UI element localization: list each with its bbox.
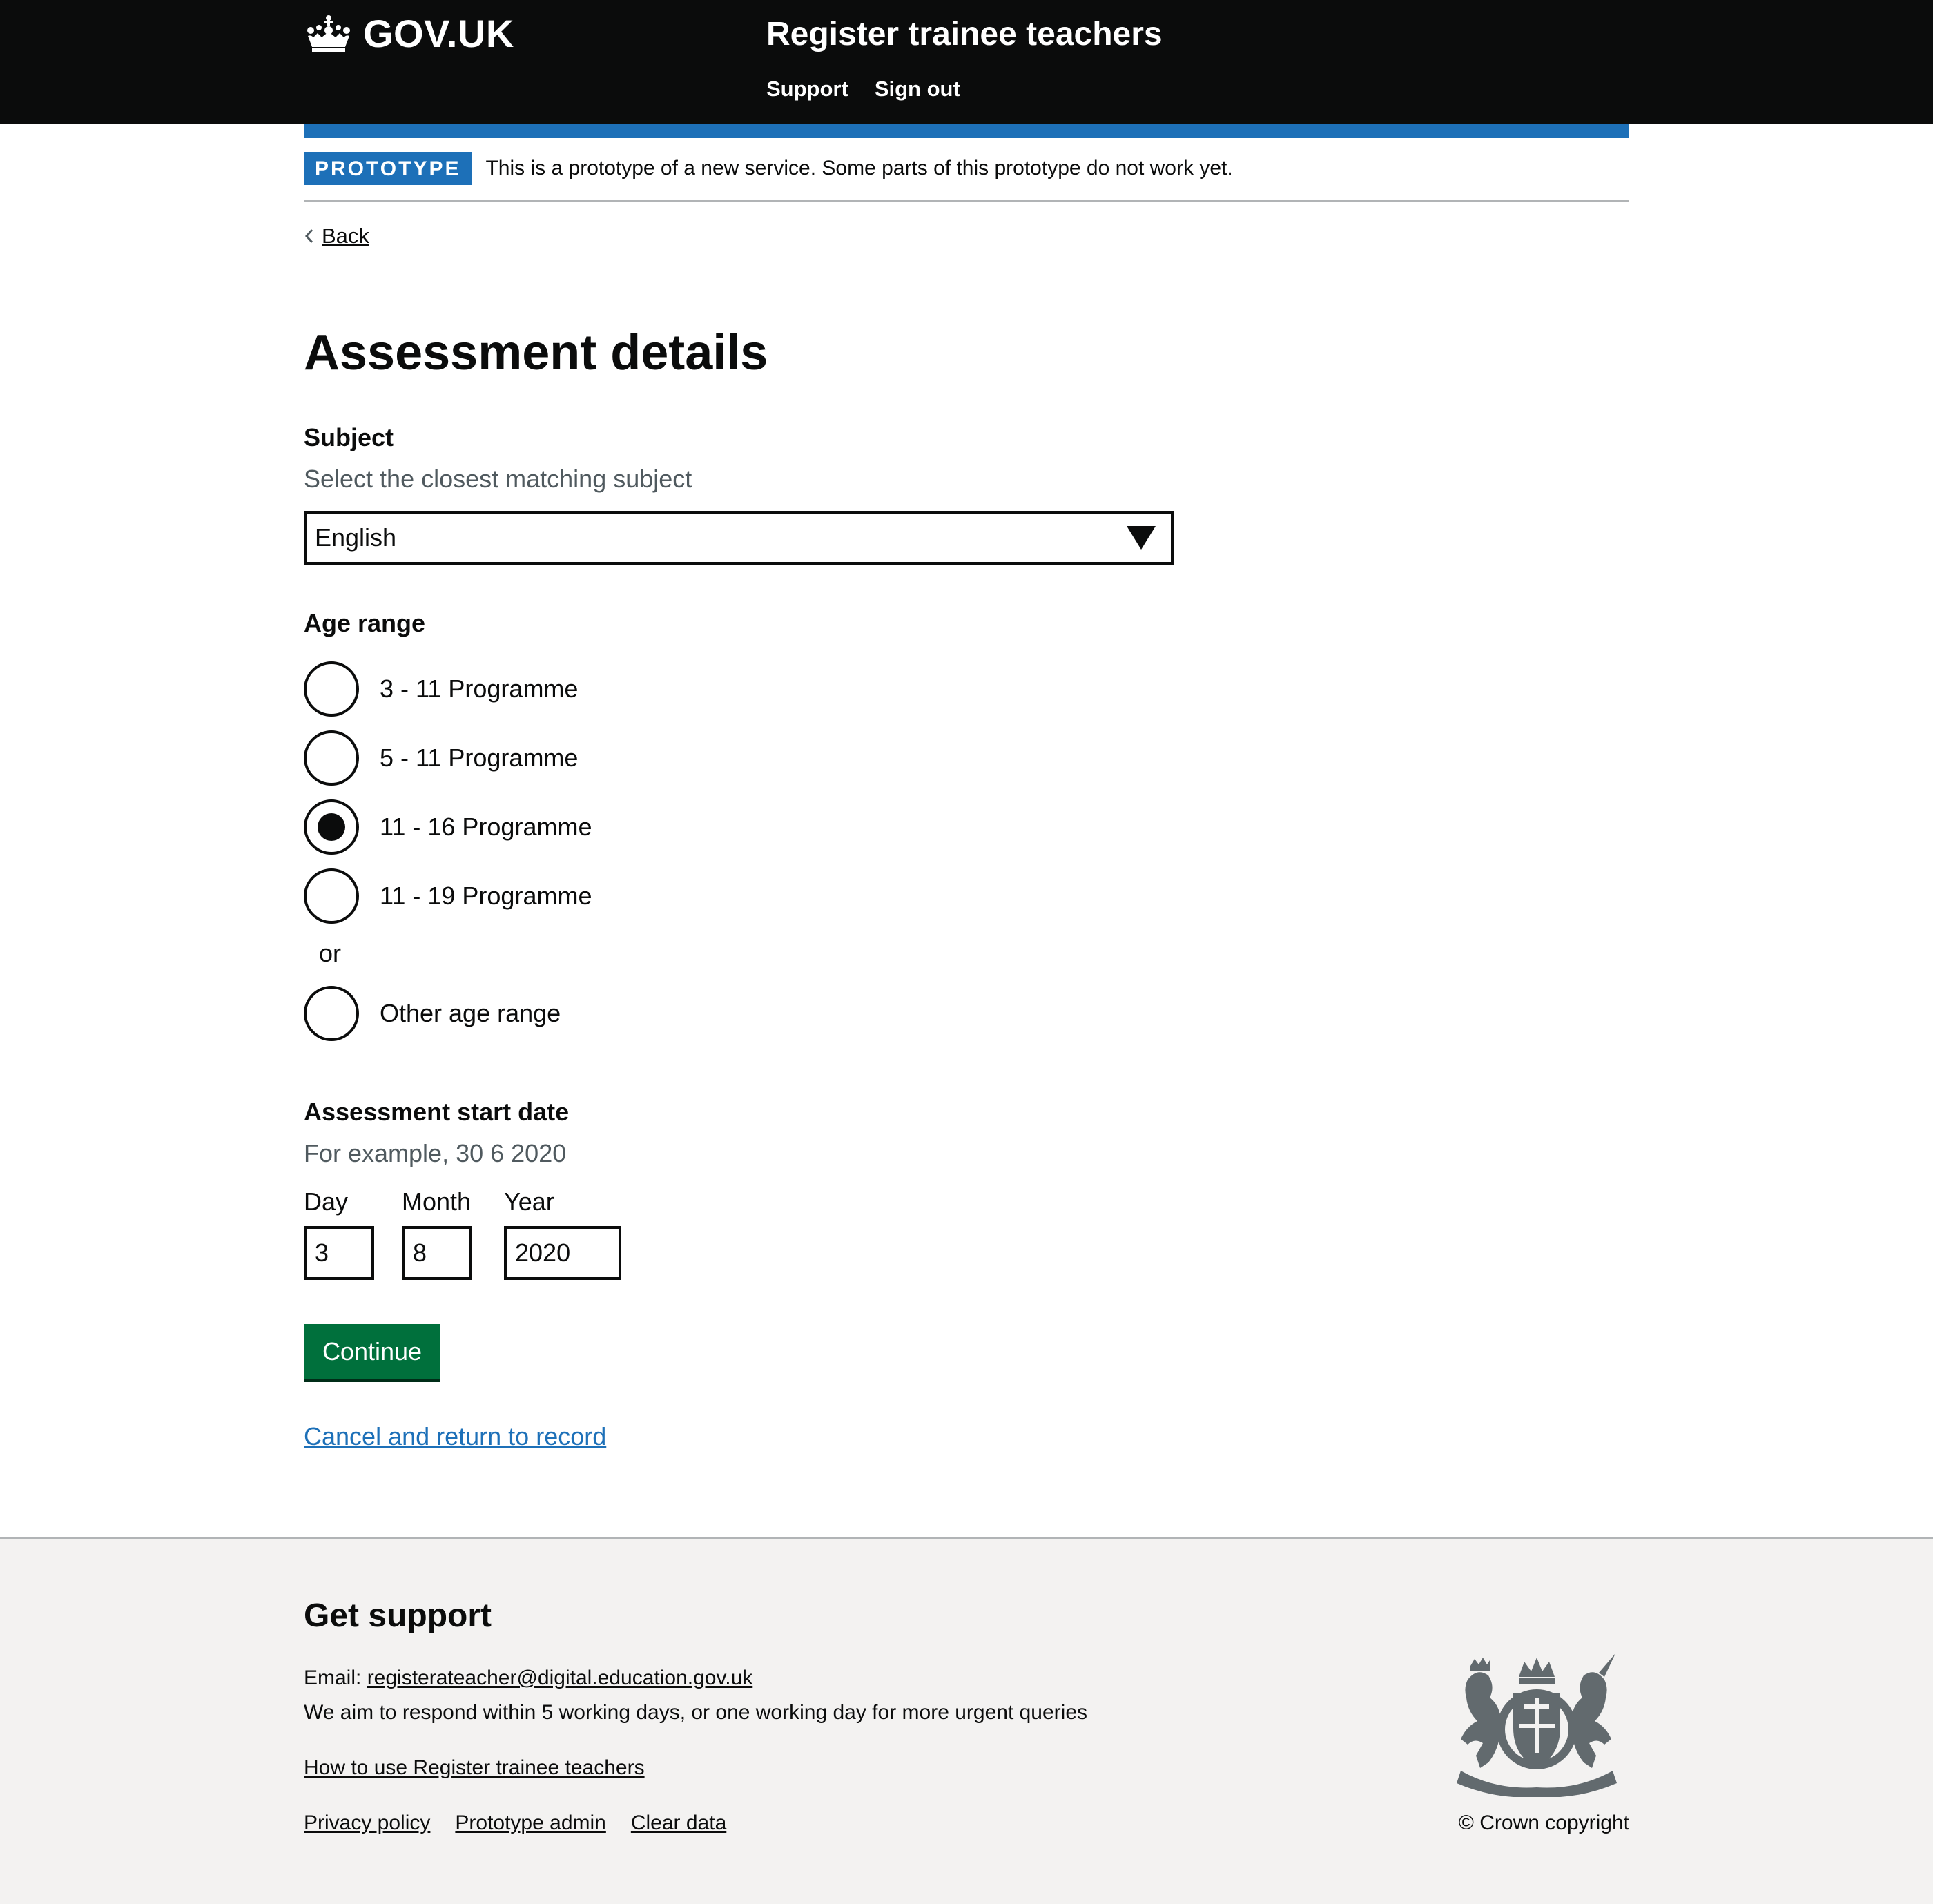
footer-title: Get support xyxy=(304,1597,492,1634)
subject-hint: Select the closest matching subject xyxy=(304,465,692,493)
subject-select[interactable]: English xyxy=(304,511,1174,565)
date-year-group: Year 2020 xyxy=(504,1185,621,1280)
continue-button[interactable]: Continue xyxy=(304,1324,440,1379)
year-label: Year xyxy=(504,1187,554,1216)
footer-howto-link[interactable]: How to use Register trainee teachers xyxy=(304,1753,645,1783)
radio-other-age-range[interactable]: Other age range xyxy=(304,986,561,1041)
phase-banner: PROTOTYPE This is a prototype of a new s… xyxy=(304,152,1629,202)
service-name[interactable]: Register trainee teachers xyxy=(766,12,1163,57)
year-value: 2020 xyxy=(515,1238,571,1267)
radio-button[interactable] xyxy=(304,730,359,786)
cancel-link[interactable]: Cancel and return to record xyxy=(304,1419,606,1454)
month-label: Month xyxy=(402,1187,472,1216)
nav-support-link[interactable]: Support xyxy=(766,72,848,106)
radio-age-5-11[interactable]: 5 - 11 Programme xyxy=(304,730,578,786)
nav-sign-out-link[interactable]: Sign out xyxy=(875,72,960,106)
subject-selected-value: English xyxy=(315,523,397,552)
radio-age-11-19[interactable]: 11 - 19 Programme xyxy=(304,868,592,924)
radio-label[interactable]: 11 - 19 Programme xyxy=(380,879,592,913)
radio-label[interactable]: Other age range xyxy=(380,996,561,1031)
day-label: Day xyxy=(304,1187,349,1216)
footer-links: Privacy policy Prototype admin Clear dat… xyxy=(304,1808,726,1838)
chevron-left-icon xyxy=(304,229,313,243)
start-date-label: Assessment start date xyxy=(304,1098,570,1126)
radio-selected-dot xyxy=(318,813,345,841)
radio-button[interactable] xyxy=(304,661,359,717)
page-title: Assessment details xyxy=(304,325,768,380)
day-value: 3 xyxy=(315,1238,329,1267)
site-header: GOV.UK Register trainee teachers Support… xyxy=(0,0,1933,124)
footer-prototype-admin-link[interactable]: Prototype admin xyxy=(455,1808,605,1838)
crown-copyright[interactable]: © Crown copyright xyxy=(1459,1808,1629,1838)
subject-label: Subject xyxy=(304,423,394,451)
radio-label[interactable]: 5 - 11 Programme xyxy=(380,741,578,775)
year-input[interactable]: 2020 xyxy=(504,1226,621,1280)
footer-email-prefix: Email: xyxy=(304,1667,367,1689)
footer-email-link[interactable]: registerateacher@digital.education.gov.u… xyxy=(367,1667,753,1689)
date-month-group: Month 8 xyxy=(402,1185,472,1280)
date-day-group: Day 3 xyxy=(304,1185,374,1280)
back-link-label: Back xyxy=(322,224,369,248)
dropdown-triangle-icon xyxy=(1127,526,1156,550)
back-link[interactable]: Back xyxy=(304,220,369,253)
royal-coat-of-arms-icon xyxy=(1457,1653,1617,1797)
age-range-label: Age range xyxy=(304,609,426,637)
header-accent-bar xyxy=(304,124,1629,138)
start-date-hint: For example, 30 6 2020 xyxy=(304,1139,567,1167)
radio-label[interactable]: 11 - 16 Programme xyxy=(380,810,592,844)
radio-divider: or xyxy=(319,939,342,967)
radio-button[interactable] xyxy=(304,986,359,1041)
phase-tag: PROTOTYPE xyxy=(304,152,472,185)
radio-button-checked[interactable] xyxy=(304,799,359,855)
radio-button[interactable] xyxy=(304,868,359,924)
footer-response-time: We aim to respond within 5 working days,… xyxy=(304,1701,1088,1724)
footer-email-line: Email: registerateacher@digital.educatio… xyxy=(304,1663,752,1693)
day-input[interactable]: 3 xyxy=(304,1226,374,1280)
crown-icon xyxy=(307,15,350,52)
month-input[interactable]: 8 xyxy=(402,1226,472,1280)
govuk-logo-link[interactable]: GOV.UK xyxy=(304,10,514,58)
radio-age-3-11[interactable]: 3 - 11 Programme xyxy=(304,661,578,717)
phase-banner-text: This is a prototype of a new service. So… xyxy=(485,157,1233,179)
header-nav: Support Sign out xyxy=(766,72,960,106)
footer-clear-data-link[interactable]: Clear data xyxy=(631,1808,726,1838)
logo-text: GOV.UK xyxy=(363,12,514,55)
month-value: 8 xyxy=(413,1238,427,1267)
footer-privacy-link[interactable]: Privacy policy xyxy=(304,1808,430,1838)
radio-label[interactable]: 3 - 11 Programme xyxy=(380,672,578,706)
site-footer: Get support Email: registerateacher@digi… xyxy=(0,1537,1933,1904)
radio-age-11-16[interactable]: 11 - 16 Programme xyxy=(304,799,592,855)
